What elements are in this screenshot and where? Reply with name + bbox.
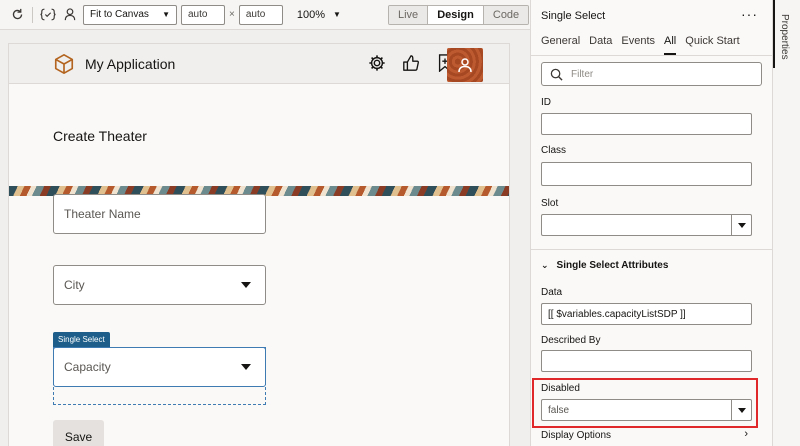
mode-code-button[interactable]: Code bbox=[483, 6, 529, 24]
mode-live-button[interactable]: Live bbox=[389, 6, 429, 24]
designer-toolbar: Fit to Canvas ▼ auto × auto 100% ▼ Live … bbox=[0, 0, 530, 30]
person-icon bbox=[458, 58, 472, 73]
designer-window: Fit to Canvas ▼ auto × auto 100% ▼ Live … bbox=[0, 0, 800, 446]
slot-label: Slot bbox=[541, 198, 559, 209]
code-brackets-icon[interactable] bbox=[37, 4, 59, 26]
caret-down-icon bbox=[241, 364, 251, 370]
capacity-label: Capacity bbox=[64, 360, 111, 374]
view-mode-switcher: Live Design Code bbox=[388, 5, 530, 25]
user-avatar[interactable] bbox=[447, 48, 483, 82]
canvas-height-input[interactable]: auto bbox=[238, 4, 283, 25]
id-label: ID bbox=[541, 97, 551, 108]
zoom-select[interactable]: 100% ▼ bbox=[297, 9, 341, 21]
highlight-box bbox=[532, 378, 758, 428]
zoom-value: 100% bbox=[296, 8, 325, 21]
id-input[interactable] bbox=[541, 113, 752, 135]
section-single-select-attributes[interactable]: ⌄ Single Select Attributes bbox=[541, 260, 668, 271]
dimension-separator: × bbox=[229, 9, 235, 20]
properties-tabs: General Data Events All Quick Start bbox=[541, 35, 740, 55]
city-label: City bbox=[64, 278, 85, 292]
chevron-right-icon[interactable]: › bbox=[744, 428, 748, 440]
chevron-down-icon: ⌄ bbox=[541, 260, 549, 270]
properties-title: Single Select bbox=[541, 10, 606, 22]
theater-name-input[interactable]: Theater Name bbox=[53, 194, 266, 234]
toolbar-divider bbox=[32, 6, 33, 23]
filter-input[interactable]: Filter bbox=[541, 62, 762, 86]
page-title: Create Theater bbox=[53, 128, 147, 144]
city-select[interactable]: City bbox=[53, 265, 266, 305]
section-divider bbox=[531, 249, 772, 250]
search-icon bbox=[550, 68, 563, 81]
data-input[interactable]: [[ $variables.capacityListSDP ]] bbox=[541, 303, 752, 325]
refresh-icon[interactable] bbox=[6, 4, 28, 26]
filter-placeholder: Filter bbox=[571, 68, 594, 80]
fit-to-canvas-select[interactable]: Fit to Canvas ▼ bbox=[83, 4, 177, 25]
properties-tab-label: Properties bbox=[779, 14, 790, 60]
properties-side-tab[interactable]: Properties bbox=[772, 0, 800, 446]
class-input[interactable] bbox=[541, 162, 752, 186]
more-options-icon[interactable]: ··· bbox=[741, 6, 758, 22]
data-label: Data bbox=[541, 287, 563, 298]
section-title: Single Select Attributes bbox=[556, 260, 669, 271]
selection-tag: Single Select bbox=[53, 332, 110, 347]
design-canvas: My Application Create Theater Theater Na… bbox=[0, 31, 530, 446]
tab-all[interactable]: All bbox=[664, 35, 677, 55]
cube-logo-icon bbox=[54, 53, 74, 74]
mode-design-button[interactable]: Design bbox=[428, 6, 484, 24]
header-actions bbox=[367, 53, 455, 73]
tab-events[interactable]: Events bbox=[621, 35, 655, 55]
display-options-section[interactable]: Display Options bbox=[541, 430, 611, 441]
active-tab-indicator bbox=[773, 0, 775, 68]
capacity-select[interactable]: Capacity bbox=[53, 347, 266, 387]
canvas-width-input[interactable]: auto bbox=[181, 4, 225, 25]
save-button[interactable]: Save bbox=[53, 420, 104, 446]
tab-data[interactable]: Data bbox=[589, 35, 612, 55]
described-by-input[interactable] bbox=[541, 350, 752, 372]
tabs-divider bbox=[531, 55, 772, 56]
gear-icon[interactable] bbox=[367, 53, 387, 73]
app-header: My Application bbox=[9, 44, 509, 84]
tab-quick-start[interactable]: Quick Start bbox=[685, 35, 739, 55]
app-title: My Application bbox=[85, 55, 176, 72]
user-icon[interactable] bbox=[59, 4, 81, 26]
slot-select[interactable] bbox=[541, 214, 752, 236]
caret-down-icon bbox=[241, 282, 251, 288]
theater-name-label: Theater Name bbox=[64, 207, 141, 221]
caret-down-icon[interactable] bbox=[731, 215, 751, 235]
app-page-preview: My Application Create Theater Theater Na… bbox=[8, 43, 510, 446]
thumbs-up-icon[interactable] bbox=[401, 53, 421, 73]
chevron-down-icon: ▼ bbox=[332, 10, 341, 19]
class-label: Class bbox=[541, 145, 567, 156]
tab-general[interactable]: General bbox=[541, 35, 580, 55]
fit-to-canvas-value: Fit to Canvas bbox=[90, 9, 149, 20]
described-by-label: Described By bbox=[541, 335, 601, 346]
chevron-down-icon: ▼ bbox=[162, 10, 170, 19]
